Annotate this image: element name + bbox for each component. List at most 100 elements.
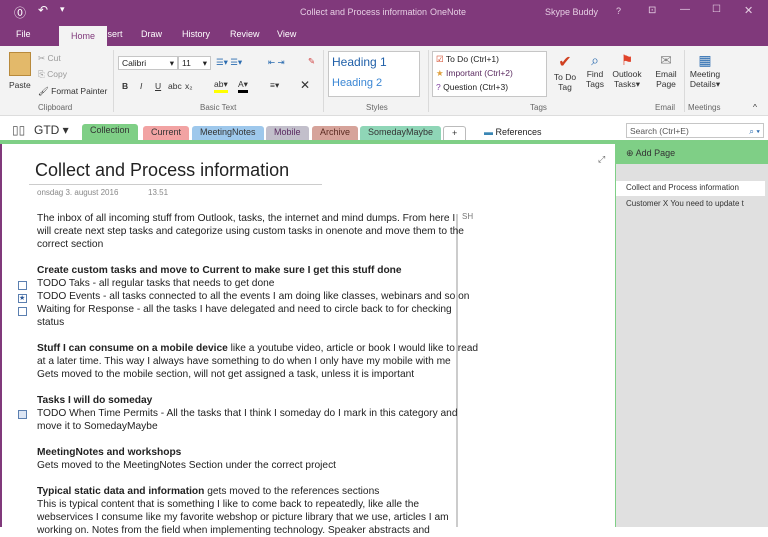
text-line[interactable]: This is typical content that is somethin… — [37, 498, 419, 511]
page-content[interactable]: ⤢ Collect and Process information onsdag… — [0, 144, 615, 536]
section-tab-meetingnotes[interactable]: MeetingNotes — [192, 126, 264, 140]
copy-label: Copy — [47, 69, 68, 79]
heading-line[interactable]: Tasks I will do someday — [37, 394, 152, 407]
search-icon[interactable]: ⌕ ▾ — [749, 126, 760, 137]
tag-question[interactable]: ? Question (Ctrl+3) — [436, 82, 508, 92]
window-title: Collect and Process information — [300, 7, 428, 17]
style-heading-1[interactable]: Heading 1 — [332, 55, 387, 69]
text-line[interactable]: correct section — [37, 238, 103, 251]
collapse-ribbon-icon[interactable]: ^ — [753, 102, 757, 112]
section-tab-collection[interactable]: Collection — [82, 124, 138, 140]
someday-checkbox-icon[interactable] — [18, 410, 27, 419]
page-title[interactable]: Collect and Process information — [35, 160, 289, 181]
add-page-button[interactable]: ⊕ Add Page — [616, 144, 768, 164]
text-line[interactable]: will create next step tasks and categori… — [37, 225, 464, 238]
expand-icon[interactable]: ⤢ — [598, 154, 605, 165]
fullscreen-icon[interactable]: ⊡ — [648, 5, 656, 16]
waiting-checkbox-icon[interactable] — [18, 307, 27, 316]
clear-formatting-icon[interactable]: ✎ — [308, 56, 315, 67]
add-page-label: Add Page — [635, 148, 676, 158]
delete-icon[interactable]: ✕ — [300, 78, 310, 92]
page-item-active[interactable]: Collect and Process information — [616, 181, 765, 196]
section-tab-somedaymaybe[interactable]: SomedayMaybe — [360, 126, 442, 140]
event-checkbox-icon[interactable]: ★ — [18, 294, 27, 303]
paste-icon[interactable] — [9, 52, 31, 76]
italic-button[interactable]: I — [140, 81, 142, 91]
customize-qat-icon[interactable]: ▾ — [60, 4, 65, 15]
text-line[interactable]: at a later time. This way I always have … — [37, 355, 451, 368]
references-label: References — [495, 127, 542, 137]
bullets-icon[interactable]: ☰▾ ☰▾ — [216, 57, 242, 68]
notebook-selector[interactable]: GTD ▾ — [34, 123, 69, 137]
strikethrough-button[interactable]: abc — [168, 81, 182, 91]
underline-button[interactable]: U — [155, 81, 161, 91]
find-tags-icon: ⌕ — [591, 52, 599, 68]
todo-tag-button[interactable]: ✔ To Do Tag — [551, 52, 579, 92]
outlook-tasks-button[interactable]: ⚑ Outlook Tasks▾ — [610, 52, 644, 90]
tab-draw[interactable]: Draw — [141, 29, 162, 39]
cut-button[interactable]: ✂ Cut — [38, 53, 61, 64]
meeting-details-button[interactable]: ▦ Meeting Details▾ — [687, 52, 723, 90]
add-section-button[interactable]: + — [443, 126, 467, 140]
todo-checkbox-icon[interactable] — [18, 281, 27, 290]
side-note[interactable]: SH — [462, 212, 473, 221]
heading-line[interactable]: MeetingNotes and workshops — [37, 446, 181, 459]
tab-history[interactable]: History — [182, 29, 210, 39]
tag-important-label: Important (Ctrl+2) — [446, 68, 513, 78]
tag-important[interactable]: ★ Important (Ctrl+2) — [436, 68, 513, 79]
todo-line[interactable]: TODO Taks - all regular tasks that needs… — [37, 277, 274, 290]
todo-line[interactable]: TODO Events - all tasks connected to all… — [37, 290, 469, 303]
tags-group-label: Tags — [530, 103, 547, 112]
bold-button[interactable]: B — [122, 81, 128, 91]
tab-view[interactable]: View — [277, 29, 296, 39]
text-line[interactable]: move it to SomedayMaybe — [37, 420, 158, 433]
tab-file[interactable]: File — [16, 29, 31, 39]
paste-button[interactable]: Paste — [9, 80, 31, 90]
text-line[interactable]: Stuff I can consume on a mobile device l… — [37, 342, 478, 355]
tab-home[interactable]: Home — [59, 26, 107, 46]
user-name[interactable]: Skype Buddy — [545, 7, 598, 17]
format-painter-button[interactable]: 🖌 Format Painter — [38, 86, 107, 97]
text-line[interactable]: Gets moved to the mobile section, will n… — [37, 368, 414, 381]
page-list: ⊕ Add Page Collect and Process informati… — [615, 144, 768, 527]
tab-review[interactable]: Review — [230, 29, 260, 39]
section-tab-mobile[interactable]: Mobile — [266, 126, 309, 140]
highlight-icon[interactable]: ab▾ — [214, 79, 228, 93]
page-item[interactable]: Customer X You need to update t — [616, 197, 765, 212]
email-page-button[interactable]: ✉ Email Page — [652, 52, 680, 89]
indent-icon[interactable]: ⇤ ⇥ — [268, 57, 285, 68]
todo-line[interactable]: Waiting for Response - all the tasks I h… — [37, 303, 452, 316]
minimize-icon[interactable]: — — [680, 4, 690, 15]
text-line[interactable]: working on. Notes from the field when im… — [37, 524, 430, 537]
text-line[interactable]: Gets moved to the MeetingNotes Section u… — [37, 459, 336, 472]
search-input[interactable]: Search (Ctrl+E) ⌕ ▾ — [626, 123, 764, 138]
style-heading-2[interactable]: Heading 2 — [332, 77, 382, 89]
tag-todo[interactable]: ☑ To Do (Ctrl+1) — [436, 54, 499, 65]
todo-line[interactable]: TODO When Time Permits - All the tasks t… — [37, 407, 458, 420]
text-span: gets moved to the references sections — [204, 486, 380, 497]
copy-button[interactable]: ⎘ Copy — [38, 69, 67, 80]
email-group-label: Email — [655, 103, 676, 112]
tags-gallery[interactable]: ☑ To Do (Ctrl+1) ★ Important (Ctrl+2) ? … — [432, 51, 547, 97]
font-color-icon[interactable]: A▾ — [238, 79, 248, 93]
undo-icon[interactable]: ↶ — [38, 3, 48, 17]
back-icon[interactable]: ⓪ — [14, 4, 26, 21]
maximize-icon[interactable]: ☐ — [712, 4, 721, 15]
find-tags-button[interactable]: ⌕ Find Tags — [583, 52, 607, 89]
styles-gallery[interactable]: Heading 1 Heading 2 — [328, 51, 420, 97]
close-icon[interactable]: ✕ — [744, 4, 753, 17]
help-button[interactable]: ? — [616, 6, 621, 16]
section-group-references[interactable]: ▬ References — [484, 127, 542, 137]
text-line[interactable]: status — [37, 316, 64, 329]
section-tab-archive[interactable]: Archive — [312, 126, 359, 140]
text-line[interactable]: The inbox of all incoming stuff from Out… — [37, 212, 455, 225]
font-name-select[interactable]: Calibri ▾ — [118, 56, 178, 70]
text-line[interactable]: Typical static data and information gets… — [37, 485, 379, 498]
section-tab-current[interactable]: Current — [143, 126, 190, 140]
text-line[interactable]: webservices I consume like my favorite w… — [37, 511, 449, 524]
align-icon[interactable]: ≡▾ — [270, 80, 279, 91]
meeting-details-label: Meeting Details — [689, 69, 721, 89]
heading-line[interactable]: Create custom tasks and move to Current … — [37, 264, 402, 277]
subscript-button[interactable]: x₂ — [185, 81, 193, 91]
font-size-select[interactable]: 11 ▾ — [178, 56, 211, 70]
